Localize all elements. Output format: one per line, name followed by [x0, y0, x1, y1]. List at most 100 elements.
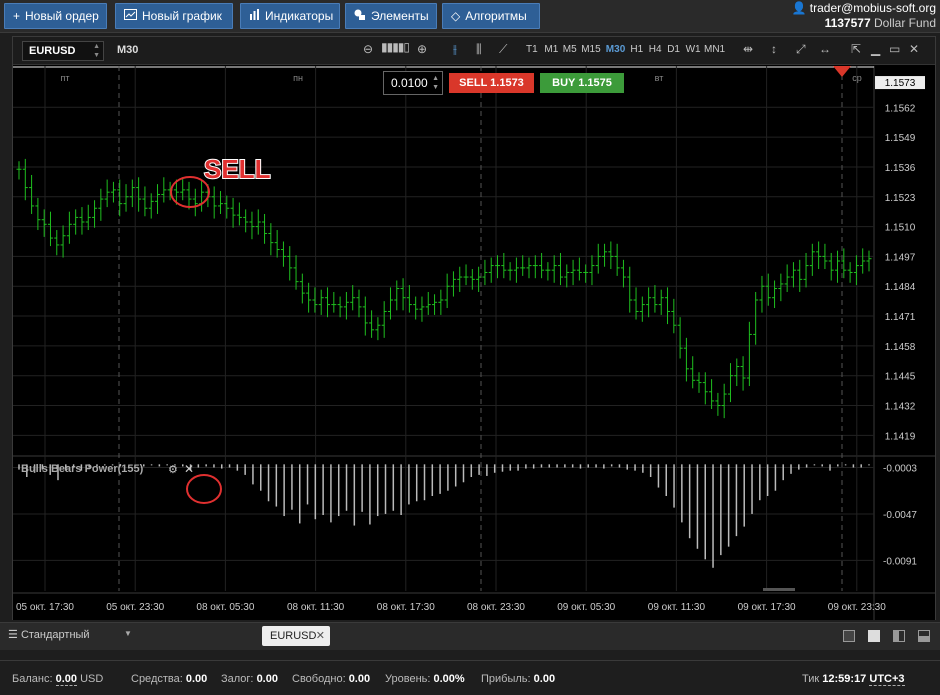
indicators-icon	[249, 4, 260, 28]
time-tick-label: 09 окт. 23:30	[828, 602, 886, 613]
profit: Прибыль: 0.00	[481, 673, 555, 685]
account-id: 1137577	[824, 16, 871, 30]
algorithms-button[interactable]: ◇ Алгоритмы	[442, 3, 540, 29]
sell-button[interactable]: SELL 1.1573	[449, 73, 534, 93]
close-tab-icon[interactable]: ✕	[316, 626, 325, 646]
tab-timeframe-t1[interactable]: T1	[526, 44, 538, 55]
price-tick-label: 1.1549	[885, 133, 916, 144]
vertical-line-icon[interactable]: ↕	[771, 42, 777, 56]
funds-value: 0.00	[185, 673, 208, 685]
indicator-tick-label: -0.0047	[883, 510, 917, 521]
level-label: Уровень:	[385, 673, 431, 685]
time-tick-label: 08 окт. 05:30	[196, 602, 254, 613]
maximize-icon[interactable]: ▭	[889, 42, 900, 56]
price-tick-label: 1.1510	[885, 223, 916, 234]
layout-columns-icon[interactable]	[893, 630, 905, 642]
day-label: пт	[61, 73, 70, 83]
horizontal-line-icon[interactable]: ↔	[819, 42, 831, 56]
lot-size-input[interactable]: 0.0100 ▲ ▼	[383, 71, 443, 95]
gear-icon: ⚙	[168, 463, 178, 476]
chevron-down-icon[interactable]: ▼	[124, 629, 132, 638]
symbol-value: EURUSD	[29, 45, 76, 57]
price-tick-label: 1.1432	[885, 402, 916, 413]
tab-timeframe-m30[interactable]: M30	[606, 44, 625, 55]
tab-timeframe-m1[interactable]: M1	[544, 44, 558, 55]
spinner-arrows-icon: ▲ ▼	[93, 43, 100, 59]
price-tick-label: 1.1484	[885, 282, 916, 293]
crosshair-icon[interactable]: ⇹	[743, 42, 753, 56]
free-value: 0.00	[348, 673, 371, 685]
chart-tabs-bar: ☰ Стандартный ▼ EURUSD ✕	[0, 622, 940, 650]
price-tick-label: 1.1497	[885, 252, 916, 263]
user-icon: 👤	[791, 1, 807, 15]
balance: Баланс: 0.00 USD	[12, 673, 103, 686]
spinner-arrows-icon: ▲ ▼	[432, 75, 439, 91]
buy-button[interactable]: BUY 1.1575	[540, 73, 624, 93]
price-tick-label: 1.1536	[885, 163, 916, 174]
profit-value: 0.00	[533, 673, 556, 685]
new-chart-label: Новый график	[142, 9, 222, 23]
price-tick-label: 1.1445	[885, 372, 916, 383]
tab-timeframe-h4[interactable]: H4	[649, 44, 662, 55]
account-email: trader@mobius-soft.org	[809, 1, 936, 15]
bar-chart-type-icon[interactable]: ⫲	[453, 42, 457, 57]
layout-grid-icon[interactable]	[868, 630, 880, 642]
sell-price: 1.1573	[490, 77, 524, 89]
indicator-tick-label: -0.0003	[883, 464, 917, 475]
tab-timeframe-m15[interactable]: M15	[581, 44, 600, 55]
close-indicator-icon: ✕	[184, 462, 194, 476]
new-order-label: Новый ордер	[25, 9, 99, 23]
margin-label: Залог:	[221, 673, 254, 685]
zoom-in-icon[interactable]: ⊕	[417, 42, 427, 56]
trendline-icon[interactable]: ⤢	[796, 42, 806, 57]
symbol-selector[interactable]: EURUSD ▲ ▼	[22, 41, 104, 61]
indicators-label: Индикаторы	[265, 9, 334, 23]
account-info[interactable]: 👤 trader@mobius-soft.org 1137577 Dollar …	[791, 1, 936, 31]
sell-annotation: SELL	[204, 154, 271, 184]
menu-icon: ☰	[8, 629, 18, 641]
chart-window: EURUSD ▲ ▼ M30 ⊖ ▮▮▮▮▯ ⊕ ⫲ ⫼ ⟋ T1 M1 M5 M15 M3…	[12, 36, 936, 620]
server-time: Тик 12:59:17 UTC+3	[802, 673, 905, 686]
tab-timeframe-d1[interactable]: D1	[667, 44, 680, 55]
buy-price: 1.1575	[578, 77, 612, 89]
layout-selector[interactable]: ☰ Стандартный	[8, 628, 90, 641]
popout-icon[interactable]: ⇱	[851, 42, 861, 56]
price-tick-label: 1.1471	[885, 312, 916, 323]
line-chart-type-icon[interactable]: ⟋	[499, 42, 507, 57]
account-fund: Dollar Fund	[873, 16, 936, 30]
elements-icon	[354, 4, 366, 28]
layout-rows-icon[interactable]	[918, 630, 930, 642]
free-margin: Свободно: 0.00	[292, 673, 370, 685]
tab-eurusd[interactable]: EURUSD ✕	[262, 626, 330, 646]
price-chart[interactable]: 05 окт. 17:30 05 окт. 23:30 08 окт. 05:30 0…	[13, 66, 935, 620]
close-icon[interactable]: ✕	[909, 42, 919, 56]
new-order-button[interactable]: + Новый ордер	[4, 3, 107, 29]
horizontal-scrollbar	[763, 588, 795, 591]
candle-chart-type-icon[interactable]: ⫼	[476, 42, 482, 57]
zoom-slider[interactable]: ▮▮▮▮▯	[381, 40, 410, 54]
diamond-icon: ◇	[451, 9, 461, 23]
time-value: 12:59:17	[822, 673, 867, 685]
tab-timeframe-m5[interactable]: M5	[563, 44, 577, 55]
time-tick-label: 09 окт. 05:30	[557, 602, 615, 613]
layout-name: Стандартный	[20, 629, 90, 641]
timezone-selector[interactable]: UTC+3	[869, 673, 905, 686]
balance-label: Баланс:	[12, 673, 53, 685]
balance-value[interactable]: 0.00	[55, 673, 77, 686]
day-label: ср	[852, 73, 862, 83]
layout-single-icon[interactable]	[843, 630, 855, 642]
level-value: 0.00%	[433, 673, 465, 685]
price-tick-label: 1.1523	[885, 193, 916, 204]
tick-label: Тик	[802, 673, 820, 685]
minimize-icon[interactable]: ▁	[871, 42, 880, 56]
tab-timeframe-h1[interactable]: H1	[630, 44, 643, 55]
profit-label: Прибыль:	[481, 673, 531, 685]
indicators-button[interactable]: Индикаторы	[240, 3, 340, 29]
chart-background	[13, 66, 935, 620]
time-tick-label: 09 окт. 11:30	[648, 602, 706, 613]
tab-timeframe-w1[interactable]: W1	[686, 44, 701, 55]
new-chart-button[interactable]: Новый график	[115, 3, 233, 29]
tab-timeframe-mn1[interactable]: MN1	[704, 44, 725, 55]
elements-button[interactable]: Элементы	[345, 3, 437, 29]
zoom-out-icon[interactable]: ⊖	[363, 42, 373, 56]
